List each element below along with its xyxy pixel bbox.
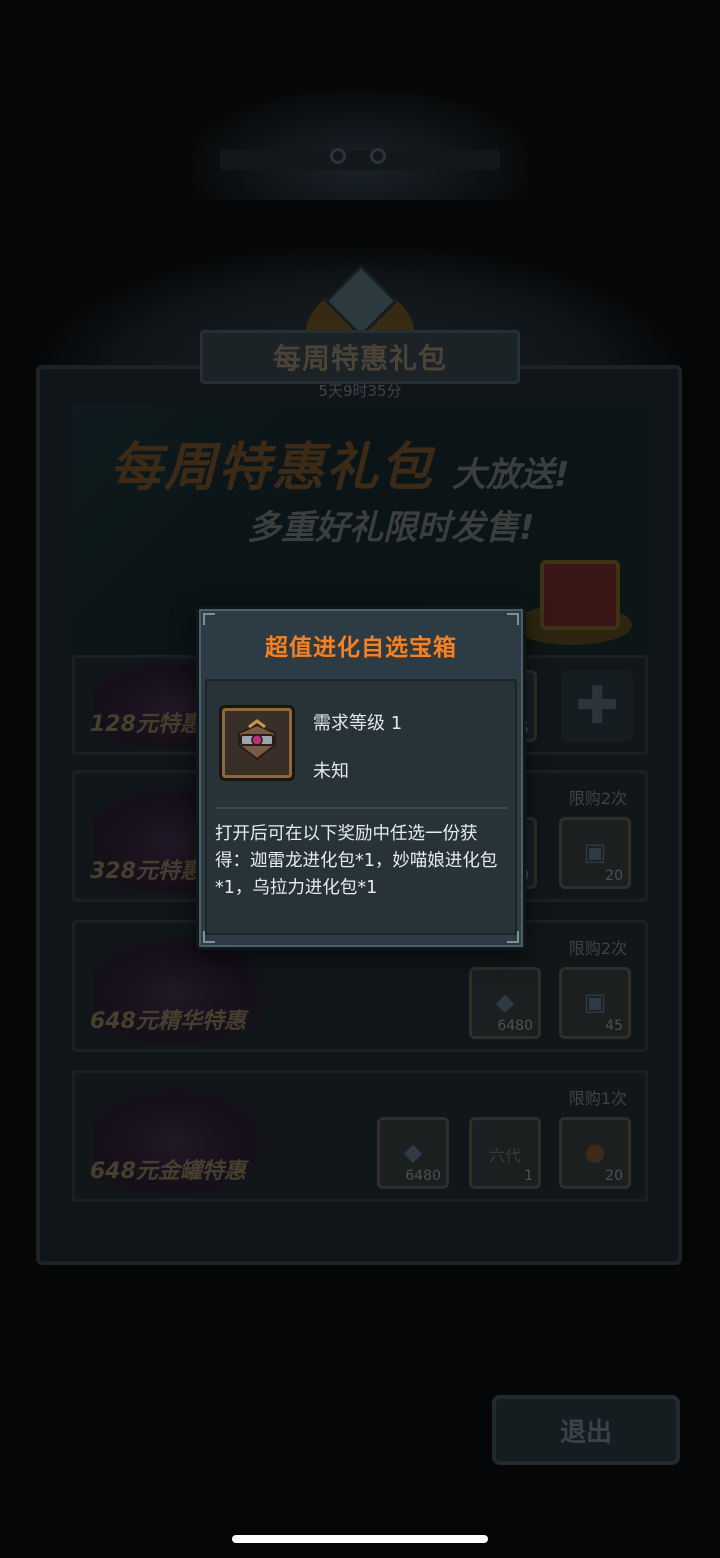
- treasure-chest-icon: [219, 705, 295, 781]
- popup-header: 超值进化自选宝箱: [205, 615, 517, 675]
- reward-item[interactable]: ▣ 45: [559, 967, 631, 1039]
- add-button[interactable]: ✚: [561, 670, 633, 742]
- jar-label: 六代: [488, 1146, 521, 1165]
- item-count: 20: [605, 1168, 623, 1184]
- required-level: 需求等级 1: [313, 713, 403, 734]
- countdown-timer: 5天9时35分: [318, 382, 402, 400]
- item-count: 6480: [497, 1018, 533, 1034]
- item-count: 1: [524, 1168, 533, 1184]
- panel-title-plate: 每周特惠礼包: [200, 330, 520, 384]
- popup-body: 需求等级 1 未知 打开后可在以下奖励中任选一份获得：迦雷龙进化包*1，妙喵娘进…: [205, 679, 517, 935]
- banner-headline: 每周特惠礼包: [110, 438, 435, 498]
- top-ornament: [190, 90, 530, 200]
- item-count: 6480: [405, 1168, 441, 1184]
- reward-item[interactable]: ◆ 6480: [377, 1117, 449, 1189]
- crystal-icon: ◆: [403, 1138, 423, 1166]
- chest-icon: ▣: [583, 988, 607, 1016]
- crystal-icon: ◆: [495, 988, 515, 1016]
- offer-name: 128元特惠: [90, 712, 202, 737]
- home-indicator[interactable]: [232, 1535, 488, 1543]
- reward-item[interactable]: ◆ 6480: [469, 967, 541, 1039]
- offer-name: 328元特惠: [90, 859, 202, 884]
- popup-title: 超值进化自选宝箱: [265, 635, 457, 661]
- corner-decoration: [203, 931, 215, 943]
- flame-egg-icon: ●: [584, 1138, 606, 1166]
- exit-button[interactable]: 退出: [492, 1395, 680, 1465]
- panel-title: 每周特惠礼包: [272, 342, 447, 375]
- item-detail-popup[interactable]: 超值进化自选宝箱 需求等级 1 未知 打开后可在以下奖励中任选一份获得：迦雷龙进…: [196, 606, 526, 950]
- offer-row[interactable]: 648元金罐特惠 限购1次 ◆ 6480 六代 1 ● 20: [72, 1070, 648, 1202]
- offer-name: 648元精华特惠: [90, 1009, 246, 1034]
- chest-icon: ▣: [583, 838, 607, 866]
- divider: [215, 807, 507, 809]
- gift-box-image: [540, 560, 620, 630]
- offer-name: 648元金罐特惠: [90, 1159, 246, 1184]
- item-count: 45: [605, 1018, 623, 1034]
- purchase-limit: 限购1次: [568, 1089, 627, 1108]
- reward-item[interactable]: ▣ 20: [559, 817, 631, 889]
- banner-tagline-1: 大放送!: [452, 455, 570, 495]
- banner-tagline-2: 多重好礼限时发售!: [247, 508, 535, 548]
- item-description: 打开后可在以下奖励中任选一份获得：迦雷龙进化包*1，妙喵娘进化包*1，乌拉力进化…: [215, 824, 498, 898]
- item-status: 未知: [313, 761, 349, 782]
- reward-item[interactable]: ● 20: [559, 1117, 631, 1189]
- purchase-limit: 限购2次: [568, 939, 627, 958]
- item-count: 20: [605, 868, 623, 884]
- reward-item[interactable]: 六代 1: [469, 1117, 541, 1189]
- purchase-limit: 限购2次: [568, 789, 627, 808]
- corner-decoration: [507, 931, 519, 943]
